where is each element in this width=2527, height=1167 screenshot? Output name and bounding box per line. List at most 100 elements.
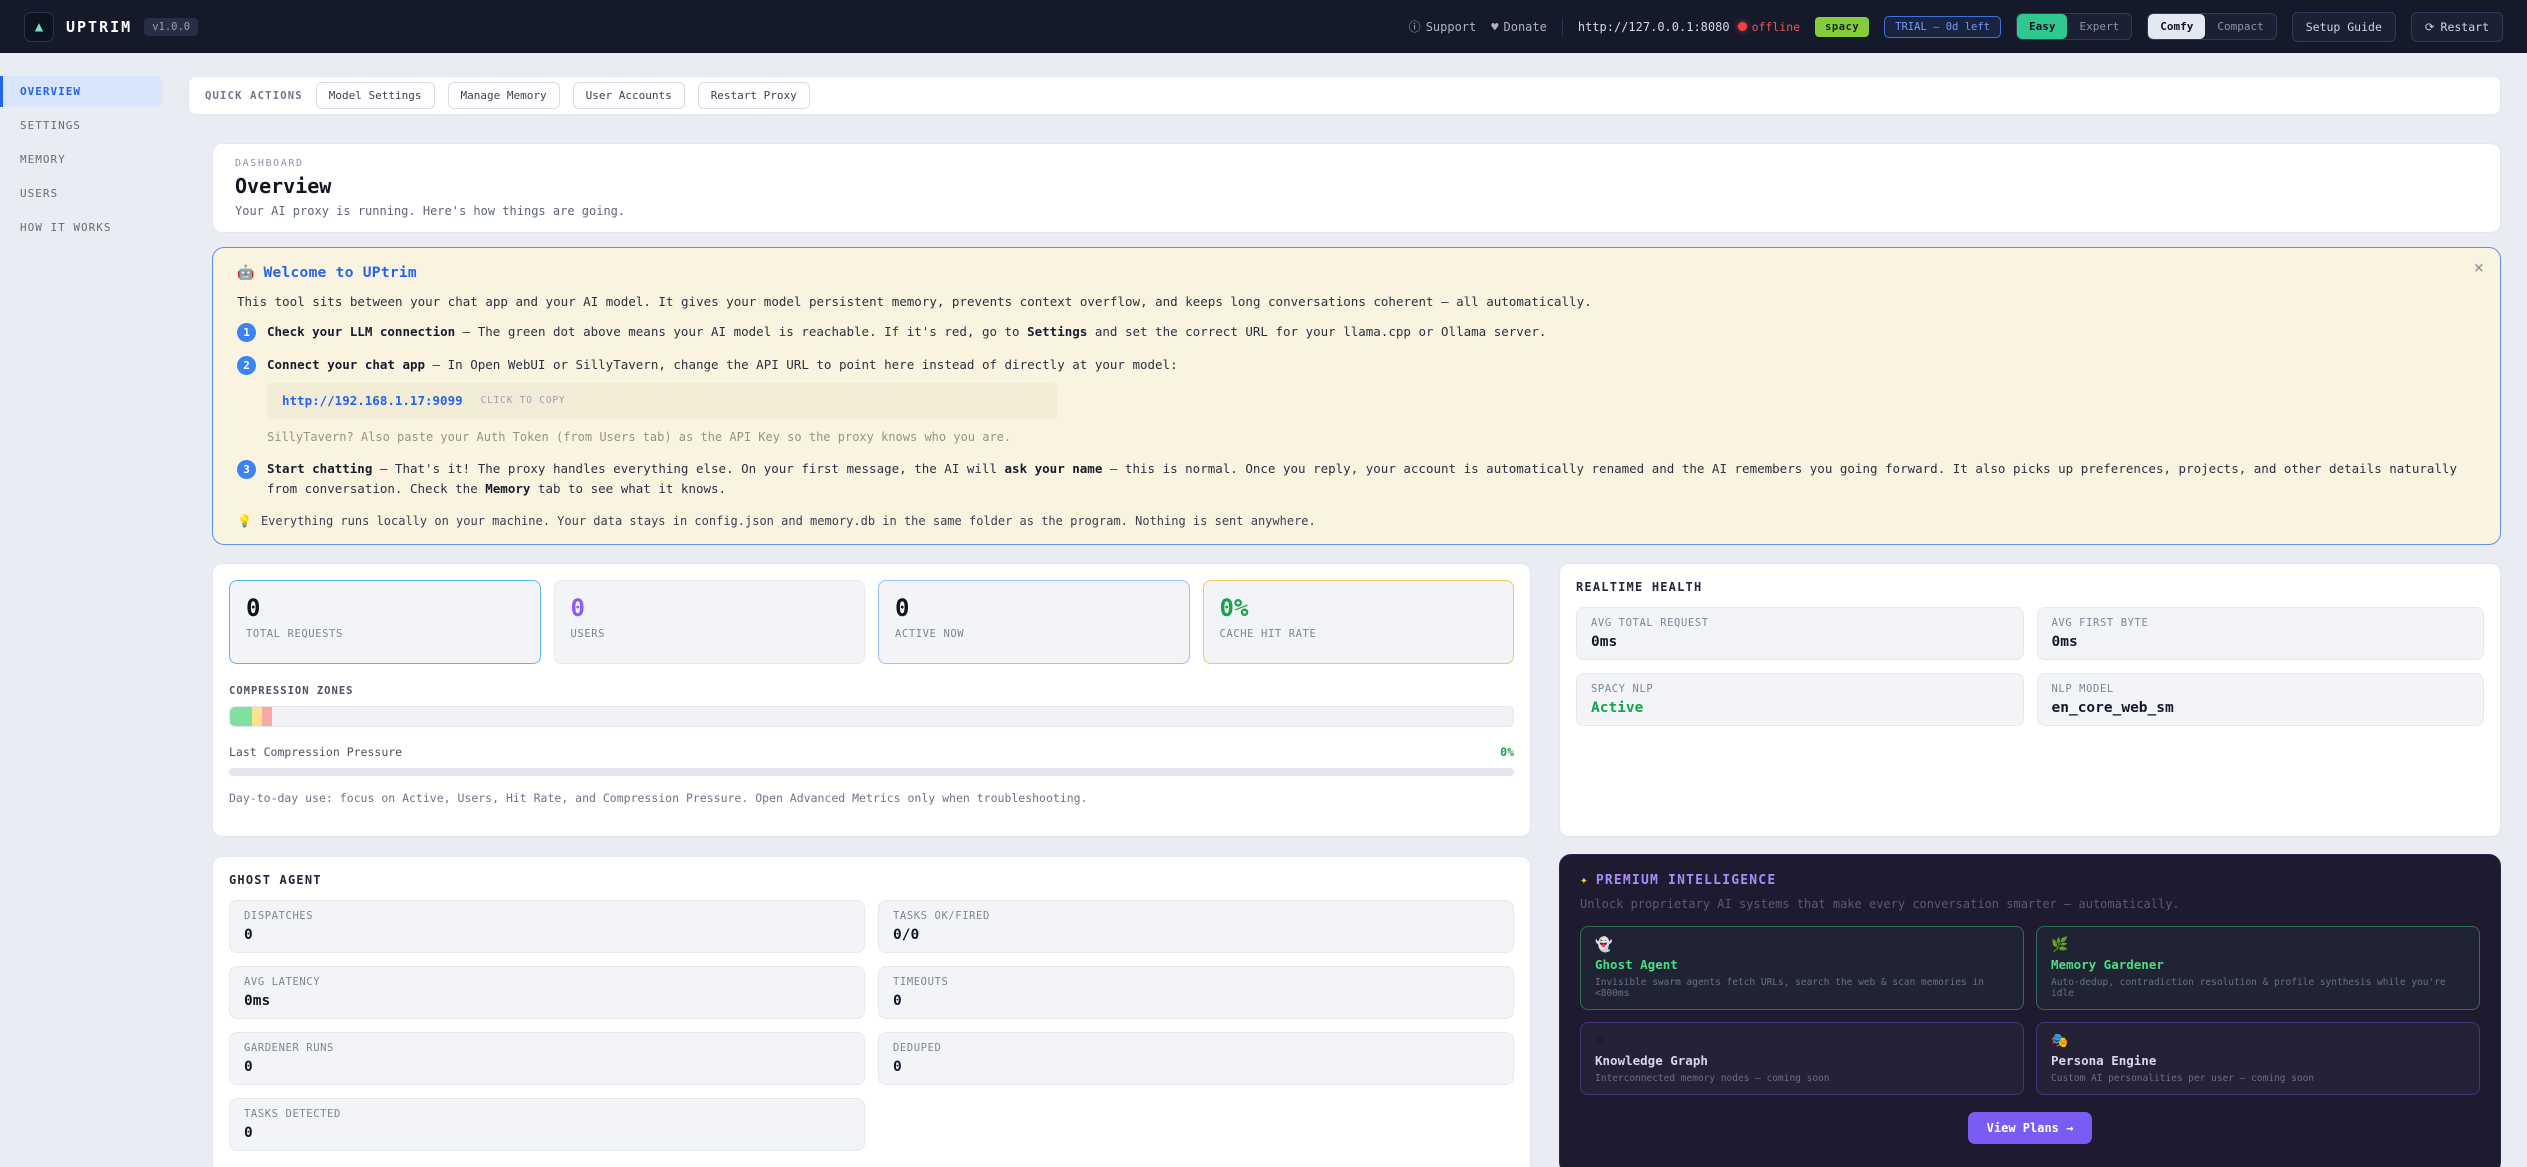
proxy-url: http://192.168.1.17:9099 [282, 391, 463, 410]
feature-desc: Auto-dedup, contradiction resolution & p… [2051, 977, 2465, 999]
stat-label: DEDUPED [893, 1042, 1499, 1054]
app-logo: ▲ [24, 12, 54, 42]
stat-label: DISPATCHES [244, 910, 850, 922]
llm-url: http://127.0.0.1:8080 [1578, 20, 1730, 34]
support-icon: ⓘ [1409, 18, 1421, 35]
pressure-progress-bar [229, 768, 1514, 776]
stat-value: 0 [244, 927, 850, 943]
heart-icon: ♥ [1491, 20, 1498, 34]
usage-note: Day-to-day use: focus on Active, Users, … [229, 791, 1514, 805]
mode-expert-button[interactable]: Expert [2067, 14, 2131, 39]
stat-value: 0ms [1591, 634, 2009, 650]
manage-memory-button[interactable]: Manage Memory [448, 82, 560, 109]
sidebar-item-settings[interactable]: SETTINGS [0, 110, 162, 141]
restart-button[interactable]: ⟳ Restart [2411, 12, 2503, 42]
ghost-stat-timeouts: TIMEOUTS 0 [878, 966, 1514, 1019]
support-link[interactable]: ⓘ Support [1409, 18, 1477, 35]
step2-bold: Connect your chat app [267, 357, 425, 372]
page-title: Overview [235, 174, 2478, 198]
stat-label: TASKS OK/FIRED [893, 910, 1499, 922]
sidebar: OVERVIEW SETTINGS MEMORY USERS HOW IT WO… [0, 53, 170, 1167]
feature-desc: Invisible swarm agents fetch URLs, searc… [1595, 977, 2009, 999]
robot-icon: 🤖 [237, 265, 254, 281]
setup-guide-button[interactable]: Setup Guide [2292, 12, 2396, 42]
health-stat-nlp-model: NLP MODEL en_core_web_sm [2037, 673, 2485, 726]
feature-title: Persona Engine [2051, 1053, 2465, 1068]
ghost-icon: 👻 [1595, 937, 2009, 953]
welcome-banner: × 🤖 Welcome to UPtrim This tool sits bet… [212, 247, 2501, 545]
sidebar-item-users[interactable]: USERS [0, 178, 162, 209]
view-plans-button[interactable]: View Plans → [1968, 1112, 2093, 1144]
quick-actions-label: QUICK ACTIONS [205, 90, 303, 102]
step-number-badge: 2 [237, 356, 256, 375]
premium-intelligence-panel: ✦ PREMIUM INTELLIGENCE Unlock proprietar… [1559, 854, 2501, 1167]
stat-value: 0 [244, 1125, 850, 1141]
step1-bold-b: Settings [1027, 324, 1087, 339]
stat-label: USERS [571, 628, 849, 640]
sidebar-item-overview[interactable]: OVERVIEW [0, 76, 162, 107]
feature-tile-memory-gardener: 🌿 Memory Gardener Auto-dedup, contradict… [2036, 926, 2480, 1010]
welcome-footer-text: Everything runs locally on your machine.… [261, 514, 1316, 528]
feature-tile-knowledge-graph: ❄ Knowledge Graph Interconnected memory … [1580, 1022, 2024, 1095]
stat-label: AVG FIRST BYTE [2052, 617, 2470, 629]
health-stat-spacy-nlp: SPACY NLP Active [1576, 673, 2024, 726]
stat-value: 0/0 [893, 927, 1499, 943]
step2-text-a: — In Open WebUI or SillyTavern, change t… [425, 357, 1178, 372]
feature-tile-ghost-agent: 👻 Ghost Agent Invisible swarm agents fet… [1580, 926, 2024, 1010]
step3-text-c: tab to see what it knows. [530, 481, 726, 496]
feature-tile-persona-engine: 🎭 Persona Engine Custom AI personalities… [2036, 1022, 2480, 1095]
ghost-stat-dispatches: DISPATCHES 0 [229, 900, 865, 953]
stat-label: SPACY NLP [1591, 683, 2009, 695]
close-icon[interactable]: × [2474, 258, 2484, 278]
stat-value: 0 [571, 594, 849, 622]
model-settings-button[interactable]: Model Settings [316, 82, 435, 109]
mode-toggle: Easy Expert [2016, 13, 2132, 40]
stat-value: 0ms [244, 993, 850, 1009]
stat-label: ACTIVE NOW [895, 628, 1173, 640]
step1-text-a: — The green dot above means your AI mode… [455, 324, 1027, 339]
welcome-intro: This tool sits between your chat app and… [237, 294, 2476, 309]
topbar: ▲ UPTRIM v1.0.0 ⓘ Support ♥ Donate http:… [0, 0, 2527, 53]
stat-label: AVG LATENCY [244, 976, 850, 988]
ghost-agent-panel: GHOST AGENT DISPATCHES 0 TASKS OK/FIRED … [212, 856, 1531, 1167]
status-dot-icon [1738, 22, 1747, 31]
step1-bold: Check your LLM connection [267, 324, 455, 339]
density-compact-button[interactable]: Compact [2205, 14, 2275, 39]
version-badge: v1.0.0 [144, 18, 198, 36]
page-subtitle: Your AI proxy is running. Here's how thi… [235, 204, 2478, 218]
brand: ▲ UPTRIM v1.0.0 [24, 12, 198, 42]
mode-easy-button[interactable]: Easy [2017, 14, 2068, 39]
proxy-url-copy-field[interactable]: http://192.168.1.17:9099 CLICK TO COPY [267, 383, 1057, 418]
stat-label: TIMEOUTS [893, 976, 1499, 988]
welcome-title: Welcome to UPtrim [263, 265, 417, 281]
stat-label: CACHE HIT RATE [1220, 628, 1498, 640]
restart-icon: ⟳ [2425, 20, 2435, 34]
pressure-label: Last Compression Pressure [229, 745, 402, 759]
stat-card-total-requests: 0 TOTAL REQUESTS [229, 580, 541, 664]
density-comfy-button[interactable]: Comfy [2148, 14, 2205, 39]
ghost-agent-title: GHOST AGENT [229, 873, 1514, 887]
ghost-stat-avg-latency: AVG LATENCY 0ms [229, 966, 865, 1019]
dashboard-header-card: DASHBOARD Overview Your AI proxy is runn… [212, 143, 2501, 233]
health-stat-avg-first-byte: AVG FIRST BYTE 0ms [2037, 607, 2485, 660]
restart-label: Restart [2441, 20, 2489, 34]
density-toggle: Comfy Compact [2147, 13, 2276, 40]
stat-value: 0% [1220, 594, 1498, 622]
realtime-health-panel: REALTIME HEALTH AVG TOTAL REQUEST 0ms AV… [1559, 563, 2501, 837]
support-label: Support [1426, 20, 1477, 34]
user-accounts-button[interactable]: User Accounts [573, 82, 685, 109]
compression-zones-bar [229, 706, 1514, 727]
step3-bold-c: Memory [485, 481, 530, 496]
app-logo-icon: ▲ [35, 19, 43, 35]
sidebar-item-memory[interactable]: MEMORY [0, 144, 162, 175]
welcome-step-3: 3 Start chatting — That's it! The proxy … [237, 459, 2476, 498]
premium-subtitle: Unlock proprietary AI systems that make … [1580, 897, 2480, 911]
sidebar-item-how-it-works[interactable]: HOW IT WORKS [0, 212, 162, 243]
welcome-footer: 💡 Everything runs locally on your machin… [237, 514, 2476, 528]
restart-proxy-button[interactable]: Restart Proxy [698, 82, 810, 109]
step-number-badge: 3 [237, 460, 256, 479]
stat-label: AVG TOTAL REQUEST [1591, 617, 2009, 629]
app-name: UPTRIM [66, 18, 132, 36]
feature-title: Memory Gardener [2051, 957, 2465, 972]
donate-link[interactable]: ♥ Donate [1491, 20, 1547, 34]
